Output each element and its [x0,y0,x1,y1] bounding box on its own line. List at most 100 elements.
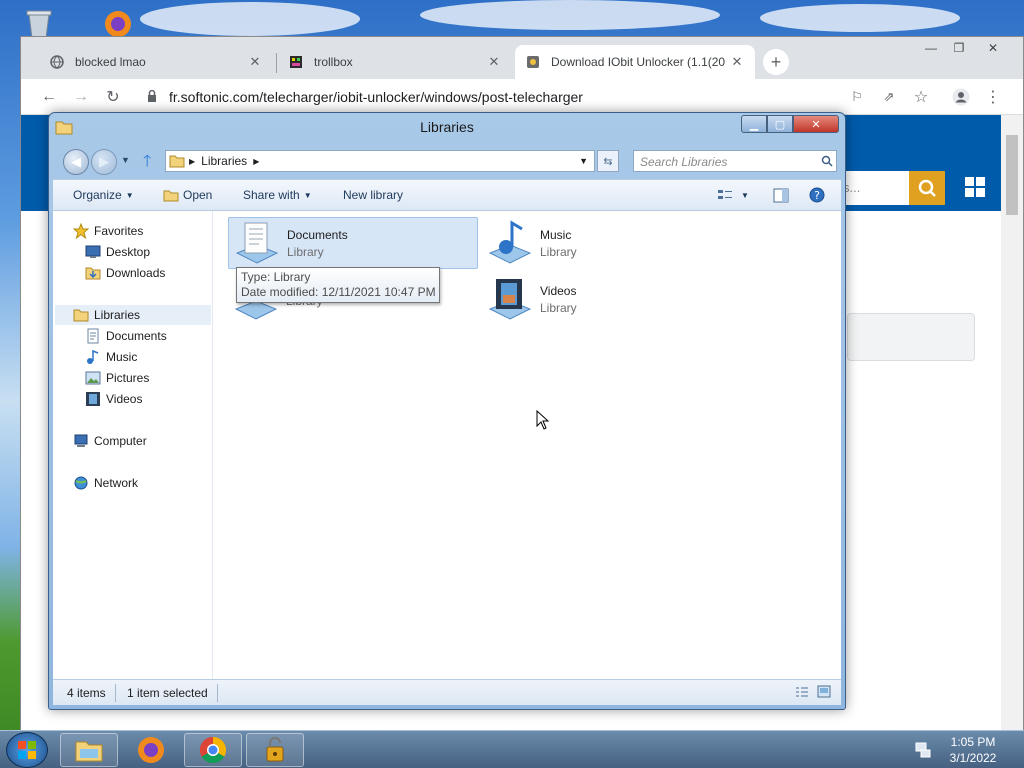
taskbar-chrome[interactable] [184,733,242,767]
forward-icon[interactable]: → [71,87,91,107]
svg-text:?: ? [814,189,820,202]
item-count: 4 items [67,686,106,700]
network-tray-icon[interactable] [914,741,932,759]
documents-library-icon [235,222,279,264]
taskbar-explorer[interactable] [60,733,118,767]
details-view-icon[interactable] [795,686,809,698]
tab-title: blocked lmao [75,55,146,69]
status-bar: 4 items 1 item selected [53,679,841,705]
music-library-icon [488,220,532,264]
new-library-label: New library [343,188,404,202]
site-search-input[interactable]: s... [839,171,909,205]
up-arrow-icon[interactable]: 🡑 [143,150,151,177]
network-icon [74,476,88,490]
status-divider [217,684,218,702]
close-button[interactable]: ✕ [979,39,1007,57]
explorer-window: Libraries ▁ ▢ ✕ ◀ ▶ ▼ 🡑 ▶ Libraries ▶ ▼ … [48,112,846,710]
nav-downloads[interactable]: Downloads [85,263,165,283]
system-clock[interactable]: 1:05 PM 3/1/2022 [940,734,1006,766]
search-icon [918,179,936,197]
new-library-button[interactable]: New library [343,188,403,202]
share-icon[interactable]: ⇗ [879,87,899,107]
tab-trollbox[interactable]: trollbox ✕ [278,45,512,79]
address-bar[interactable]: ▶ Libraries ▶ ▼ [165,150,595,172]
explorer-close-button[interactable]: ✕ [793,115,839,133]
tab-close-icon[interactable]: ✕ [729,54,745,70]
open-button[interactable]: Open [163,188,212,202]
bookmark-star-icon[interactable]: ☆ [911,87,931,107]
profile-icon[interactable] [951,87,971,107]
refresh-button[interactable]: ⇆ [597,150,619,172]
nav-network[interactable]: Network [73,473,138,493]
translate-icon[interactable]: ⚐ [847,87,867,107]
recent-pages-dropdown-icon[interactable]: ▼ [121,155,130,165]
nav-desktop[interactable]: Desktop [85,242,150,262]
nav-music[interactable]: Music [85,347,137,367]
nav-documents[interactable]: Documents [85,326,167,346]
tab-close-icon[interactable]: ✕ [486,54,502,70]
firefox-desktop-icon[interactable] [96,6,140,38]
breadcrumb-arrow-icon[interactable]: ▶ [253,157,259,166]
globe-icon [49,54,65,70]
tile-name: Music [540,227,572,242]
new-tab-button[interactable]: + [763,49,789,75]
change-view-button[interactable]: ▼ [717,188,749,202]
start-button[interactable] [6,732,48,768]
url-bar[interactable]: fr.softonic.com/telecharger/iobit-unlock… [169,89,583,105]
window-controls: ▁ ▢ ✕ [741,115,839,133]
windows-logo-icon[interactable] [965,177,985,197]
menu-kebab-icon[interactable]: ⋮ [983,87,1003,107]
forward-button[interactable]: ▶ [91,149,117,175]
dropdown-arrow-icon: ▼ [741,190,749,200]
scroll-thumb[interactable] [1006,135,1018,215]
search-icon[interactable] [821,155,833,167]
explorer-maximize-button[interactable]: ▢ [767,115,793,133]
address-dropdown-icon[interactable]: ▼ [579,156,588,166]
maximize-button[interactable]: ❐ [945,39,973,57]
back-icon[interactable]: ← [39,87,59,107]
desktop-icon [85,245,101,258]
trollbox-favicon-icon [288,54,304,70]
share-with-button[interactable]: Share with ▼ [243,188,312,202]
organize-button[interactable]: Organize ▼ [73,188,134,202]
taskbar: 1:05 PM 3/1/2022 [0,730,1024,768]
large-icons-view-icon[interactable] [817,685,831,698]
explorer-minimize-button[interactable]: ▁ [741,115,767,133]
nav-label: Libraries [94,308,141,322]
videos-icon [86,392,100,406]
help-icon[interactable]: ? [809,187,825,203]
tooltip-type: Type: Library [241,270,311,284]
computer-icon [74,434,88,447]
tile-type: Library [540,244,577,259]
nav-libraries[interactable]: Libraries [55,305,211,325]
nav-label: Desktop [106,245,151,259]
view-options-icon [718,190,732,199]
reload-icon[interactable]: ↻ [103,87,123,107]
breadcrumb-libraries[interactable]: Libraries [201,154,247,168]
site-search-button[interactable] [909,171,945,205]
search-libraries-input[interactable]: Search Libraries [633,150,837,172]
recycle-bin-icon[interactable] [22,6,56,40]
unlocker-icon [266,736,284,762]
taskbar-firefox[interactable] [122,733,180,767]
minimize-button[interactable]: — [917,39,945,57]
tab-iobit-download[interactable]: Download IObit Unlocker (1.1(20 ✕ [515,45,755,79]
preview-pane-icon[interactable] [773,188,789,203]
breadcrumb-arrow-icon[interactable]: ▶ [189,157,195,166]
nav-videos[interactable]: Videos [85,389,142,409]
nav-pictures[interactable]: Pictures [85,368,149,388]
navigation-pane: Favorites Desktop Downloads Libraries Do… [53,211,213,679]
taskbar-iobit-unlocker[interactable] [246,733,304,767]
command-bar: Organize ▼ Open Share with ▼ New library… [53,179,841,211]
tab-blocked[interactable]: blocked lmao ✕ [39,45,273,79]
nav-computer[interactable]: Computer [73,431,147,451]
page-scrollbar[interactable] [1001,115,1023,731]
tab-close-icon[interactable]: ✕ [247,54,263,70]
tile-name: Videos [540,283,577,298]
chrome-icon [199,736,227,764]
nav-favorites[interactable]: Favorites [73,221,143,241]
library-tile-videos[interactable]: Videos Library [482,273,732,325]
library-tile-documents[interactable]: Documents Library [228,217,478,269]
back-button[interactable]: ◀ [63,149,89,175]
library-tile-music[interactable]: Music Library [482,217,732,269]
